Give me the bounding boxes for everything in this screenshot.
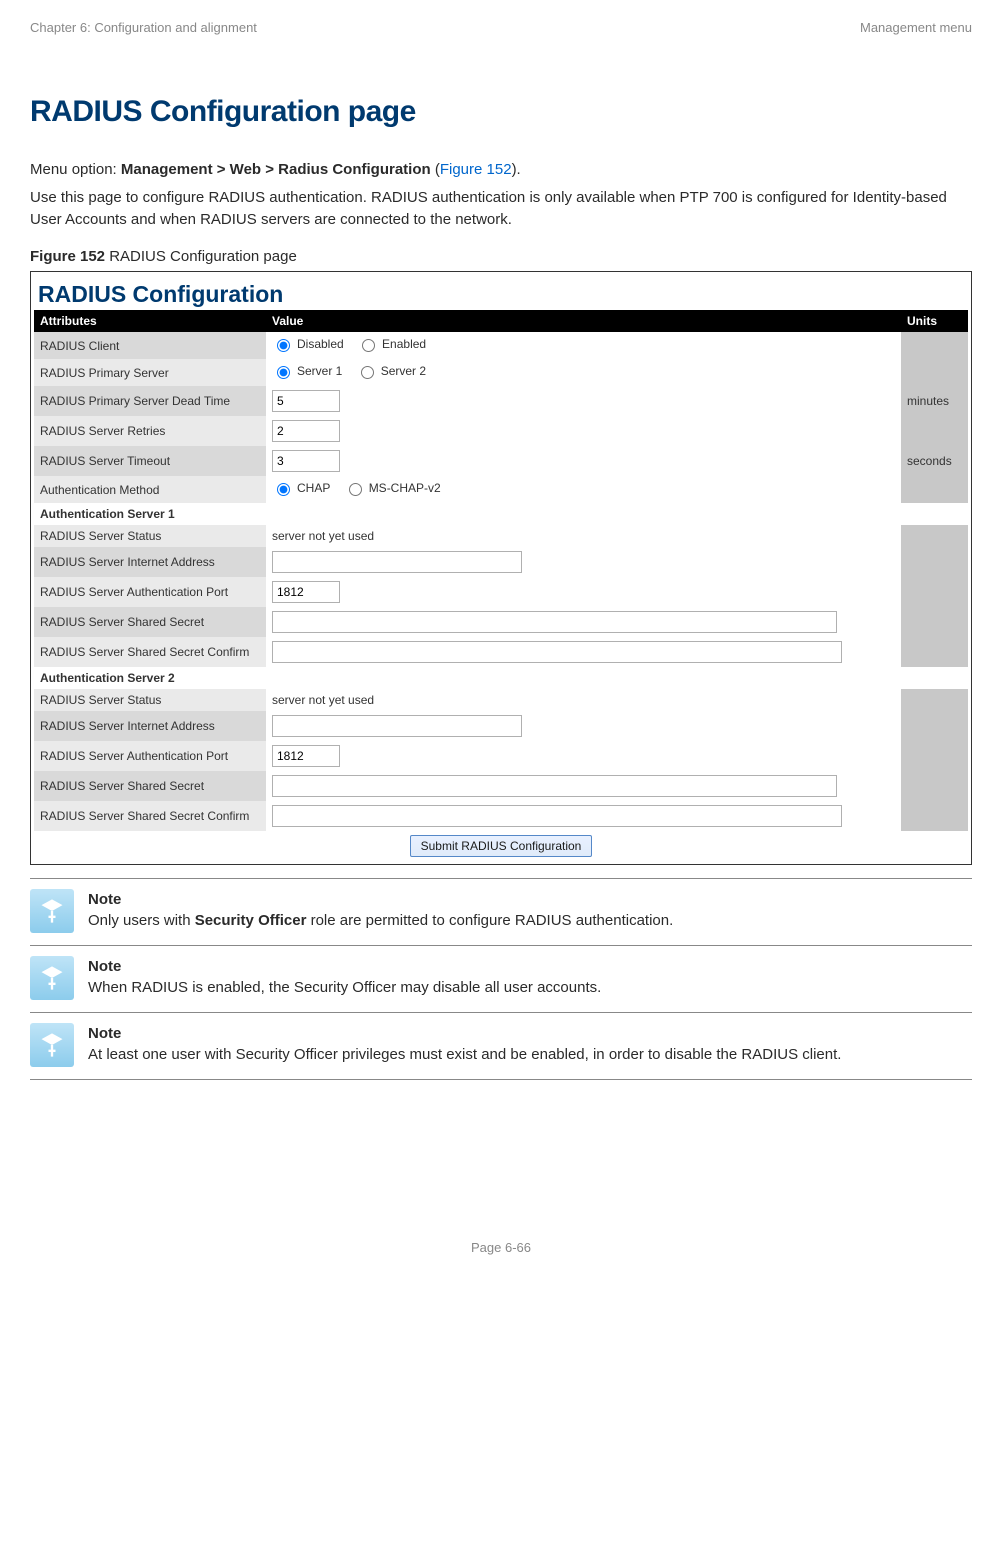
- config-panel-title: RADIUS Configuration: [34, 275, 968, 310]
- s2-secret-confirm-input[interactable]: [272, 805, 842, 827]
- col-header-value: Value: [266, 310, 901, 332]
- note-title: Note: [88, 956, 972, 977]
- s1-port-input[interactable]: [272, 581, 340, 603]
- timeout-label: RADIUS Server Timeout: [34, 446, 266, 476]
- s2-secret-input[interactable]: [272, 775, 837, 797]
- intro-line-1: Menu option: Management > Web > Radius C…: [30, 159, 972, 181]
- radius-client-enabled-radio[interactable]: [362, 339, 375, 352]
- auth-chap-radio[interactable]: [277, 483, 290, 496]
- menu-path: Management > Web > Radius Configuration: [121, 161, 431, 178]
- s1-secret-confirm-label: RADIUS Server Shared Secret Confirm: [34, 637, 266, 667]
- s2-secret-label: RADIUS Server Shared Secret: [34, 771, 266, 801]
- figure-caption: Figure 152 RADIUS Configuration page: [30, 248, 972, 265]
- s2-address-input[interactable]: [272, 715, 522, 737]
- note-title: Note: [88, 1023, 972, 1044]
- s1-secret-input[interactable]: [272, 611, 837, 633]
- s2-secret-confirm-label: RADIUS Server Shared Secret Confirm: [34, 801, 266, 831]
- s1-status-label: RADIUS Server Status: [34, 525, 266, 547]
- auth-server-1-header: Authentication Server 1: [34, 503, 968, 525]
- note-icon: [30, 1023, 74, 1067]
- figure-frame: RADIUS Configuration Attributes Value Un…: [30, 271, 972, 865]
- s2-port-label: RADIUS Server Authentication Port: [34, 741, 266, 771]
- auth-method-label: Authentication Method: [34, 476, 266, 503]
- radius-client-disabled-radio[interactable]: [277, 339, 290, 352]
- primary-server-label: RADIUS Primary Server: [34, 359, 266, 386]
- radius-config-table: Attributes Value Units RADIUS Client Dis…: [34, 310, 968, 861]
- s2-port-input[interactable]: [272, 745, 340, 767]
- auth-mschap-radio[interactable]: [349, 483, 362, 496]
- col-header-units: Units: [901, 310, 968, 332]
- page-title: RADIUS Configuration page: [30, 95, 972, 129]
- s2-address-label: RADIUS Server Internet Address: [34, 711, 266, 741]
- s1-port-label: RADIUS Server Authentication Port: [34, 577, 266, 607]
- submit-button[interactable]: Submit RADIUS Configuration: [410, 835, 593, 857]
- s2-status-value: server not yet used: [266, 689, 901, 711]
- note-icon: [30, 956, 74, 1000]
- deadtime-units: minutes: [901, 386, 968, 416]
- page-footer: Page 6-66: [30, 1240, 972, 1255]
- col-header-attributes: Attributes: [34, 310, 266, 332]
- deadtime-input[interactable]: [272, 390, 340, 412]
- note-1: Note Only users with Security Officer ro…: [30, 878, 972, 946]
- header-left: Chapter 6: Configuration and alignment: [30, 20, 257, 35]
- deadtime-label: RADIUS Primary Server Dead Time: [34, 386, 266, 416]
- retries-input[interactable]: [272, 420, 340, 442]
- primary-server-1-radio[interactable]: [277, 366, 290, 379]
- header-right: Management menu: [860, 20, 972, 35]
- s1-status-value: server not yet used: [266, 525, 901, 547]
- timeout-input[interactable]: [272, 450, 340, 472]
- note-3: Note At least one user with Security Off…: [30, 1012, 972, 1080]
- intro-line-2: Use this page to configure RADIUS authen…: [30, 187, 972, 231]
- s1-address-input[interactable]: [272, 551, 522, 573]
- note-title: Note: [88, 889, 972, 910]
- s1-secret-confirm-input[interactable]: [272, 641, 842, 663]
- s2-status-label: RADIUS Server Status: [34, 689, 266, 711]
- retries-label: RADIUS Server Retries: [34, 416, 266, 446]
- notes-section: Note Only users with Security Officer ro…: [30, 878, 972, 1080]
- page-header: Chapter 6: Configuration and alignment M…: [30, 20, 972, 35]
- timeout-units: seconds: [901, 446, 968, 476]
- s1-address-label: RADIUS Server Internet Address: [34, 547, 266, 577]
- auth-server-2-header: Authentication Server 2: [34, 667, 968, 689]
- s1-secret-label: RADIUS Server Shared Secret: [34, 607, 266, 637]
- figure-ref-link[interactable]: Figure 152: [440, 161, 512, 178]
- note-icon: [30, 889, 74, 933]
- primary-server-2-radio[interactable]: [361, 366, 374, 379]
- note-2: Note When RADIUS is enabled, the Securit…: [30, 945, 972, 1013]
- radius-client-label: RADIUS Client: [34, 332, 266, 359]
